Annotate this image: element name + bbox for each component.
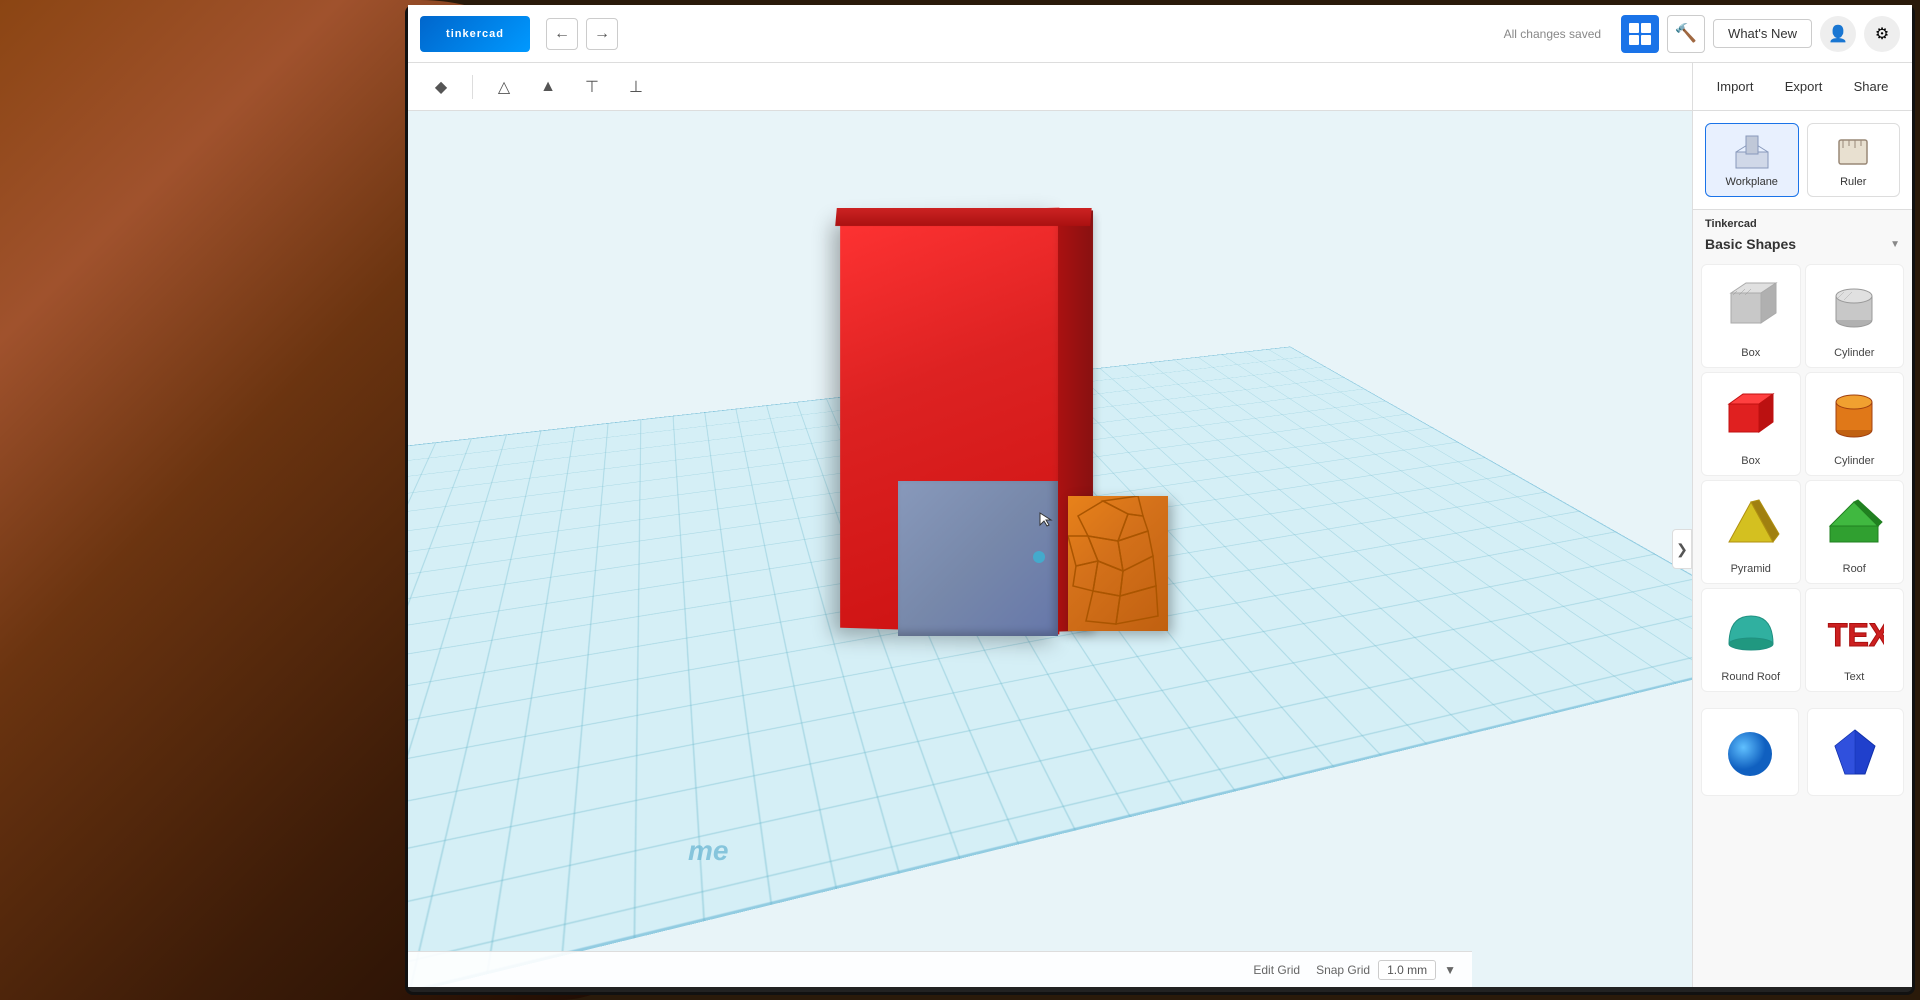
import-button[interactable]: Import — [1705, 74, 1766, 99]
flip-tool[interactable]: ⊥ — [619, 70, 653, 104]
shape-pyramid-yellow[interactable]: Pyramid — [1701, 480, 1801, 584]
whats-new-button[interactable]: What's New — [1713, 19, 1812, 48]
forward-button[interactable]: → — [586, 18, 618, 50]
workplane-icon — [1732, 132, 1772, 172]
shape-pyramid-yellow-label: Pyramid — [1731, 563, 1771, 575]
settings-button[interactable]: ⚙ — [1864, 16, 1900, 52]
shape-round-roof-label: Round Roof — [1721, 671, 1780, 683]
align-tool[interactable]: ⊤ — [575, 70, 609, 104]
shape-cylinder-orange[interactable]: Cylinder — [1805, 372, 1905, 476]
svg-text:TEXT: TEXT — [1828, 617, 1884, 653]
toolbar2: ◆ △ ▲ ⊤ ⊥ — [408, 63, 1692, 111]
red-wall-top — [835, 208, 1092, 226]
shape-box-gray-label: Box — [1741, 347, 1760, 359]
screen: tinkercad ← → All changes saved 🔨 What's… — [408, 5, 1912, 987]
snap-controls: Snap Grid 1.0 mm ▼ — [1316, 960, 1456, 980]
shape-box-red-label: Box — [1741, 455, 1760, 467]
objects-layer — [408, 111, 1692, 987]
shape-sphere[interactable] — [1701, 708, 1799, 796]
door-handle — [1033, 551, 1045, 563]
shape-box-red[interactable]: Box — [1701, 372, 1801, 476]
workplane-button[interactable]: Workplane — [1705, 123, 1799, 197]
edit-grid-label: Edit Grid — [1253, 963, 1300, 977]
shape-cylinder-gray[interactable]: Cylinder — [1805, 264, 1905, 368]
shapes-title: Basic Shapes ▼ — [1693, 234, 1912, 260]
shape-text[interactable]: TEXT Text — [1805, 588, 1905, 692]
back-button[interactable]: ← — [546, 18, 578, 50]
shape-cylinder-orange-label: Cylinder — [1834, 455, 1874, 467]
shape-round-roof[interactable]: Round Roof — [1701, 588, 1801, 692]
cursor-indicator — [1038, 511, 1054, 527]
hammer-button[interactable]: 🔨 — [1667, 15, 1705, 53]
orange-block — [1068, 496, 1168, 631]
status-bar: Edit Grid Snap Grid 1.0 mm ▼ — [408, 951, 1472, 987]
ruler-button[interactable]: Ruler — [1807, 123, 1901, 197]
shapes-grid: Box — [1693, 260, 1912, 696]
canvas-area[interactable]: me — [408, 111, 1692, 987]
app-logo: tinkercad — [420, 16, 530, 52]
triangle-tool1[interactable]: △ — [487, 70, 521, 104]
shape-roof-green-label: Roof — [1843, 563, 1866, 575]
share-button[interactable]: Share — [1842, 74, 1901, 99]
shape-roof-green[interactable]: Roof — [1805, 480, 1905, 584]
workplane-ruler-section: Workplane Ruler — [1693, 111, 1912, 210]
export-button[interactable]: Export — [1773, 74, 1835, 99]
snap-value[interactable]: 1.0 mm — [1378, 960, 1436, 980]
ruler-icon — [1833, 132, 1873, 172]
topbar: tinkercad ← → All changes saved 🔨 What's… — [408, 5, 1912, 63]
dropdown-arrow: ▼ — [1890, 239, 1900, 250]
snap-grid-label: Snap Grid — [1316, 963, 1370, 977]
user-button[interactable]: 👤 — [1820, 16, 1856, 52]
shape-cylinder-gray-label: Cylinder — [1834, 347, 1874, 359]
snap-down-arrow[interactable]: ▼ — [1444, 963, 1456, 977]
shape-gem[interactable] — [1807, 708, 1905, 796]
right-panel: Workplane Ruler — [1692, 111, 1912, 987]
canvas-chevron[interactable]: ❯ — [1672, 529, 1692, 569]
select-tool[interactable]: ◆ — [424, 70, 458, 104]
save-status: All changes saved — [1504, 27, 1601, 41]
triangle-tool2[interactable]: ▲ — [531, 70, 565, 104]
shapes-category: Tinkercad — [1693, 210, 1912, 234]
shape-text-label: Text — [1844, 671, 1864, 683]
action-bar: Import Export Share — [1692, 63, 1912, 111]
shape-box-gray[interactable]: Box — [1701, 264, 1801, 368]
grid-view-button[interactable] — [1621, 15, 1659, 53]
